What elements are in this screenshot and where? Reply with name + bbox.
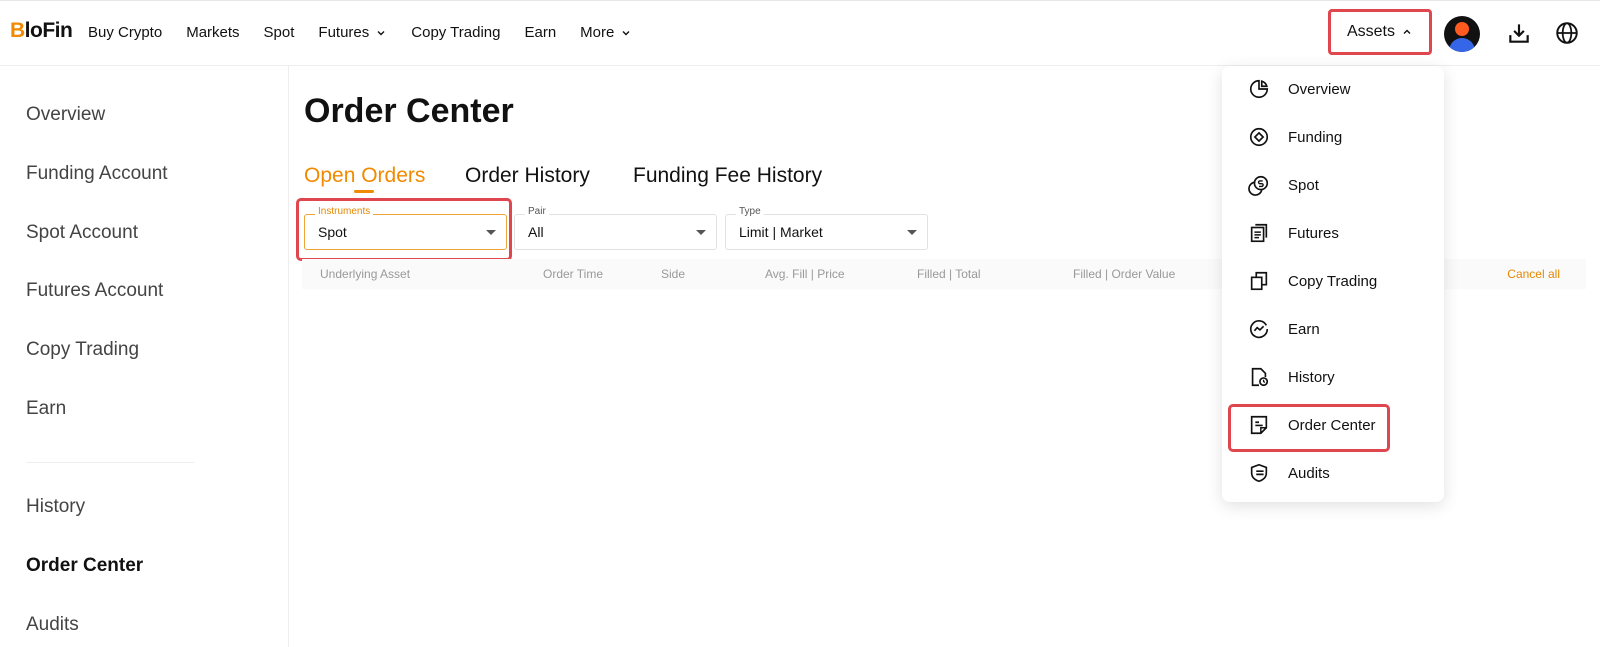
instruments-select[interactable]: Instruments Spot (304, 206, 507, 250)
column-header: Avg. Fill | Price (765, 267, 845, 281)
assets-button[interactable]: Assets (1328, 9, 1432, 55)
cancel-all-button[interactable]: Cancel all (1507, 267, 1560, 281)
sidebar-item-audits[interactable]: Audits (26, 614, 79, 636)
nav-futures[interactable]: Futures (318, 24, 387, 41)
menu-item-copy-trading[interactable]: Copy Trading (1248, 266, 1377, 296)
nav-buy-crypto[interactable]: Buy Crypto (88, 24, 162, 41)
sidebar-item-futures-account[interactable]: Futures Account (26, 280, 163, 302)
audits-icon (1250, 463, 1268, 483)
copy-icon (1250, 271, 1268, 291)
avatar[interactable] (1444, 16, 1480, 52)
futures-icon (1250, 223, 1268, 243)
tab-open-orders[interactable]: Open Orders (304, 164, 425, 188)
blofin-logo[interactable]: BloFin (10, 19, 73, 43)
nav-spot[interactable]: Spot (264, 24, 295, 41)
menu-item-audits[interactable]: Audits (1248, 458, 1330, 488)
earn-icon (1249, 320, 1269, 339)
sidebar-item-spot-account[interactable]: Spot Account (26, 222, 138, 244)
sidebar-divider (26, 462, 194, 463)
coins-icon (1248, 175, 1269, 196)
tab-funding-fee-history[interactable]: Funding Fee History (633, 164, 822, 188)
tab-order-history[interactable]: Order History (465, 164, 590, 188)
menu-item-history[interactable]: History (1248, 362, 1335, 392)
column-header: Filled | Total (917, 267, 981, 281)
chevron-down-icon (377, 30, 385, 35)
order-center-highlight (1228, 404, 1390, 452)
top-navbar: BloFin Buy Crypto Markets Spot Futures C… (0, 0, 1600, 66)
column-header: Side (661, 267, 686, 281)
caret-down-icon (486, 230, 496, 235)
caret-down-icon (696, 230, 706, 235)
menu-item-futures[interactable]: Futures (1248, 218, 1339, 248)
sidebar-item-overview[interactable]: Overview (26, 104, 105, 126)
column-header: Underlying Asset (320, 267, 411, 281)
active-tab-indicator (354, 190, 374, 193)
nav-copy-trading[interactable]: Copy Trading (411, 24, 500, 41)
sidebar-item-order-center[interactable]: Order Center (26, 555, 143, 577)
column-header: Filled | Order Value (1073, 267, 1176, 281)
menu-item-overview[interactable]: Overview (1248, 74, 1351, 104)
menu-item-earn[interactable]: Earn (1248, 314, 1320, 344)
nav-markets[interactable]: Markets (186, 24, 239, 41)
pair-select[interactable]: Pair All (514, 206, 717, 250)
column-header: Order Time (543, 267, 604, 281)
sidebar-item-funding-account[interactable]: Funding Account (26, 163, 168, 185)
funding-icon (1249, 127, 1269, 147)
sidebar: Overview Funding Account Spot Account Fu… (0, 66, 289, 647)
chevron-up-icon (1403, 29, 1411, 34)
nav-earn[interactable]: Earn (524, 24, 556, 41)
chevron-down-icon (622, 30, 630, 35)
nav-more[interactable]: More (580, 24, 632, 41)
download-icon[interactable] (1506, 20, 1532, 46)
pie-chart-icon (1249, 79, 1269, 99)
sidebar-item-history[interactable]: History (26, 496, 85, 518)
page-title: Order Center (304, 92, 514, 130)
type-select[interactable]: Type Limit | Market (725, 206, 928, 250)
menu-item-funding[interactable]: Funding (1248, 122, 1342, 152)
sidebar-item-earn[interactable]: Earn (26, 398, 66, 420)
menu-item-spot[interactable]: Spot (1248, 170, 1319, 200)
caret-down-icon (907, 230, 917, 235)
history-icon (1251, 367, 1269, 387)
sidebar-item-copy-trading[interactable]: Copy Trading (26, 339, 139, 361)
main-nav: Buy Crypto Markets Spot Futures Copy Tra… (88, 24, 632, 41)
globe-icon[interactable] (1554, 20, 1580, 46)
